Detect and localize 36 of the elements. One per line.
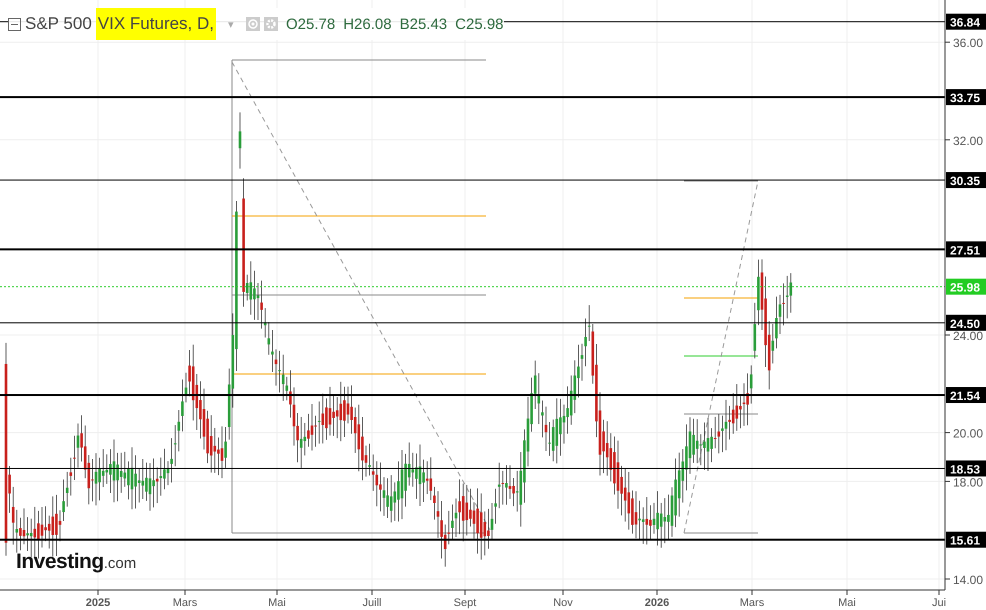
axis-date-label: 2026 <box>644 597 670 609</box>
axis-date-label: Mai <box>268 597 286 609</box>
axis-tick-label: 14.00 <box>953 573 984 587</box>
axis-date-label: Nov <box>553 597 573 609</box>
dropdown-icon[interactable]: ▾ <box>228 18 234 30</box>
axis-date-label: 2025 <box>86 597 110 609</box>
settings-icon[interactable] <box>264 17 278 31</box>
axis-tick-label: 18.00 <box>953 475 984 490</box>
axis-date-label: Mai <box>838 597 856 609</box>
axis-date-label: Mars <box>740 597 764 609</box>
price-label: 15.61 <box>950 534 980 548</box>
eye-icon[interactable] <box>246 17 260 31</box>
brand-logo: Investing.com <box>16 550 136 574</box>
axis-date-label: Mars <box>172 597 198 609</box>
axis-date-label: Sept <box>454 597 476 609</box>
price-label: 33.75 <box>950 91 980 106</box>
price-label: 27.51 <box>950 243 980 258</box>
chart-title-highlight: VIX Futures, D, <box>96 8 216 40</box>
collapse-icon[interactable] <box>8 18 21 30</box>
price-label: 36.84 <box>950 16 980 30</box>
axis-tick-label: 20.00 <box>953 426 984 441</box>
price-label: 25.98 <box>950 280 980 295</box>
axis-tick-label: 32.00 <box>953 134 984 148</box>
axis-tick-label: 24.00 <box>953 329 984 343</box>
axis-tick-label: 36.00 <box>953 36 984 50</box>
price-label: 21.54 <box>950 389 980 404</box>
axis-date-label: Jui <box>932 597 946 609</box>
price-label: 18.53 <box>950 462 980 476</box>
ohlc-value: H26.08 <box>343 16 392 32</box>
price-label: 24.50 <box>950 316 980 331</box>
chart-title: S&P 500 <box>25 14 92 34</box>
ohlc-value: B25.43 <box>400 16 448 32</box>
ohlc-value: O25.78 <box>286 16 336 32</box>
axis-date-label: Juill <box>362 597 382 609</box>
price-label: 30.35 <box>950 174 980 188</box>
ohlc-value: C25.98 <box>455 16 504 32</box>
